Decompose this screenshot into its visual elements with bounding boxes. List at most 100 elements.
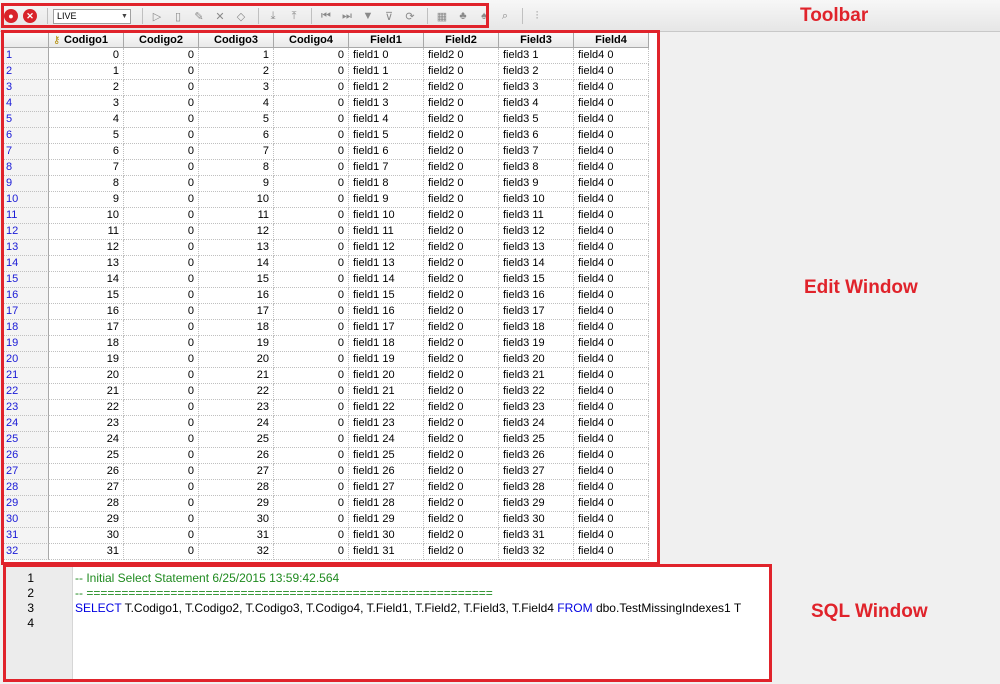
table-cell[interactable]: 0: [124, 256, 199, 272]
table-row[interactable]: 21 20 0 21 0 field1 20 field2 0 field3 21 field4…: [4, 368, 649, 384]
table-cell[interactable]: field3 4: [499, 96, 574, 112]
table-cell[interactable]: 22: [199, 384, 274, 400]
table-cell[interactable]: 0: [124, 448, 199, 464]
table-cell[interactable]: field3 1: [499, 48, 574, 64]
table-cell[interactable]: 21: [199, 368, 274, 384]
table-cell[interactable]: field3 14: [499, 256, 574, 272]
table-cell[interactable]: field1 16: [349, 304, 424, 320]
table-row[interactable]: 3 2 0 3 0 field1 2 field2 0 field3 3 field4 0: [4, 80, 649, 96]
table-cell[interactable]: 0: [124, 96, 199, 112]
table-cell[interactable]: field3 28: [499, 480, 574, 496]
table-cell[interactable]: 1: [49, 64, 124, 80]
table-cell[interactable]: field4 0: [574, 128, 649, 144]
table-cell[interactable]: field4 0: [574, 320, 649, 336]
table-cell[interactable]: field2 0: [424, 528, 499, 544]
table-cell[interactable]: 23: [49, 416, 124, 432]
table-cell[interactable]: 0: [274, 368, 349, 384]
table-row[interactable]: 13 12 0 13 0 field1 12 field2 0 field3 13 field4…: [4, 240, 649, 256]
lookup-icon[interactable]: ⌕: [496, 7, 514, 25]
row-number[interactable]: 14: [4, 256, 49, 272]
table-cell[interactable]: 25: [49, 448, 124, 464]
table-cell[interactable]: field2 0: [424, 112, 499, 128]
table-cell[interactable]: 0: [274, 496, 349, 512]
table-cell[interactable]: field2 0: [424, 416, 499, 432]
table-cell[interactable]: 10: [49, 208, 124, 224]
table-cell[interactable]: field2 0: [424, 192, 499, 208]
table-cell[interactable]: 0: [274, 480, 349, 496]
table-cell[interactable]: field2 0: [424, 384, 499, 400]
row-number[interactable]: 9: [4, 176, 49, 192]
table-cell[interactable]: field3 10: [499, 192, 574, 208]
table-cell[interactable]: 24: [199, 416, 274, 432]
table-cell[interactable]: field4 0: [574, 176, 649, 192]
table-cell[interactable]: 29: [199, 496, 274, 512]
table-cell[interactable]: 18: [199, 320, 274, 336]
table-cell[interactable]: 15: [49, 288, 124, 304]
sql-comment-line[interactable]: -- Initial Select Statement 6/25/2015 13…: [75, 571, 339, 586]
table-cell[interactable]: 0: [124, 272, 199, 288]
table-cell[interactable]: 0: [124, 128, 199, 144]
column-header-codigo3[interactable]: Codigo3: [199, 33, 274, 48]
table-cell[interactable]: field4 0: [574, 160, 649, 176]
table-cell[interactable]: field4 0: [574, 304, 649, 320]
row-number[interactable]: 31: [4, 528, 49, 544]
table-cell[interactable]: field3 15: [499, 272, 574, 288]
table-cell[interactable]: field4 0: [574, 416, 649, 432]
table-cell[interactable]: field1 30: [349, 528, 424, 544]
table-cell[interactable]: 0: [274, 384, 349, 400]
table-cell[interactable]: field2 0: [424, 288, 499, 304]
table-cell[interactable]: field4 0: [574, 464, 649, 480]
table-row[interactable]: 15 14 0 15 0 field1 14 field2 0 field3 15 field4…: [4, 272, 649, 288]
row-number[interactable]: 10: [4, 192, 49, 208]
table-cell[interactable]: 4: [49, 112, 124, 128]
table-cell[interactable]: field3 24: [499, 416, 574, 432]
table-cell[interactable]: field1 14: [349, 272, 424, 288]
table-row[interactable]: 18 17 0 18 0 field1 17 field2 0 field3 18 field4…: [4, 320, 649, 336]
table-cell[interactable]: 0: [274, 64, 349, 80]
table-cell[interactable]: 0: [274, 192, 349, 208]
table-cell[interactable]: field2 0: [424, 96, 499, 112]
table-cell[interactable]: field3 13: [499, 240, 574, 256]
table-row[interactable]: 4 3 0 4 0 field1 3 field2 0 field3 4 field4 0: [4, 96, 649, 112]
table-row[interactable]: 10 9 0 10 0 field1 9 field2 0 field3 10 field4 0: [4, 192, 649, 208]
table-cell[interactable]: 24: [49, 432, 124, 448]
table-cell[interactable]: field3 19: [499, 336, 574, 352]
table-cell[interactable]: 17: [199, 304, 274, 320]
row-number[interactable]: 30: [4, 512, 49, 528]
table-cell[interactable]: field1 31: [349, 544, 424, 560]
table-cell[interactable]: 0: [274, 112, 349, 128]
table-cell[interactable]: field2 0: [424, 544, 499, 560]
table-cell[interactable]: field3 30: [499, 512, 574, 528]
table-cell[interactable]: field2 0: [424, 448, 499, 464]
table-row[interactable]: 7 6 0 7 0 field1 6 field2 0 field3 7 field4 0: [4, 144, 649, 160]
table-cell[interactable]: 31: [199, 528, 274, 544]
table-cell[interactable]: field2 0: [424, 496, 499, 512]
table-cell[interactable]: 7: [199, 144, 274, 160]
table-cell[interactable]: 0: [124, 464, 199, 480]
row-number[interactable]: 28: [4, 480, 49, 496]
row-number[interactable]: 12: [4, 224, 49, 240]
table-cell[interactable]: 2: [49, 80, 124, 96]
table-cell[interactable]: 0: [274, 544, 349, 560]
table-cell[interactable]: field4 0: [574, 288, 649, 304]
table-cell[interactable]: field4 0: [574, 192, 649, 208]
table-row[interactable]: 28 27 0 28 0 field1 27 field2 0 field3 28 field4…: [4, 480, 649, 496]
table-cell[interactable]: 2: [199, 64, 274, 80]
table-cell[interactable]: 0: [124, 160, 199, 176]
table-cell[interactable]: 19: [199, 336, 274, 352]
table-cell[interactable]: field1 9: [349, 192, 424, 208]
column-header-field3[interactable]: Field3: [499, 33, 574, 48]
table-cell[interactable]: 0: [124, 240, 199, 256]
table-cell[interactable]: field3 12: [499, 224, 574, 240]
table-cell[interactable]: 0: [274, 464, 349, 480]
table-cell[interactable]: 6: [49, 144, 124, 160]
table-cell[interactable]: field3 9: [499, 176, 574, 192]
table-cell[interactable]: field3 5: [499, 112, 574, 128]
row-number[interactable]: 29: [4, 496, 49, 512]
row-number[interactable]: 20: [4, 352, 49, 368]
table-cell[interactable]: field4 0: [574, 256, 649, 272]
table-cell[interactable]: field1 11: [349, 224, 424, 240]
table-cell[interactable]: 11: [199, 208, 274, 224]
table-row[interactable]: 27 26 0 27 0 field1 26 field2 0 field3 27 field4…: [4, 464, 649, 480]
table-cell[interactable]: 0: [124, 528, 199, 544]
